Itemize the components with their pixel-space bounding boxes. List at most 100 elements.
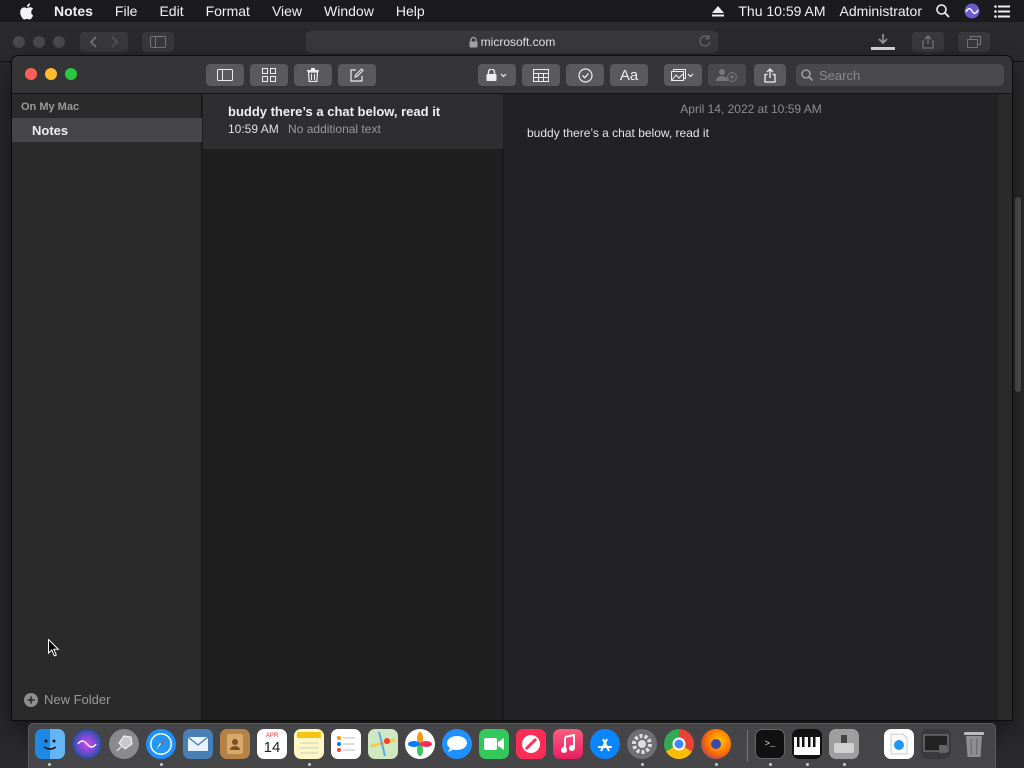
safari-scrollbar[interactable] <box>1012 62 1024 722</box>
eject-icon[interactable] <box>712 5 725 17</box>
lock-icon <box>469 36 478 48</box>
new-note-button[interactable] <box>338 64 376 86</box>
apple-menu-icon[interactable] <box>19 2 37 20</box>
format-text-button[interactable]: Aa <box>610 64 648 86</box>
share-note-button[interactable] <box>754 64 786 86</box>
safari-sidebar-button[interactable] <box>142 32 174 52</box>
menu-help[interactable]: Help <box>396 3 425 19</box>
safari-share-button[interactable] <box>912 32 944 52</box>
add-people-button[interactable] <box>708 64 746 86</box>
safari-downloads-button[interactable] <box>866 32 900 52</box>
zoom-button[interactable] <box>65 68 77 80</box>
search-input[interactable] <box>819 67 989 83</box>
finder-icon[interactable] <box>35 729 65 759</box>
safari-address-bar[interactable]: microsoft.com <box>306 31 718 53</box>
screenshot-icon[interactable] <box>921 729 951 759</box>
photo-icon <box>671 69 695 81</box>
menu-format[interactable]: Format <box>206 3 250 19</box>
folders-sidebar: On My Mac Notes New Folder <box>12 94 202 720</box>
note-preview: No additional text <box>288 122 381 136</box>
chrome-icon[interactable] <box>664 729 694 759</box>
menu-bar: Notes File Edit Format View Window Help … <box>0 0 1024 22</box>
toggle-sidebar-button[interactable] <box>206 64 244 86</box>
search-field[interactable] <box>796 64 1004 86</box>
menu-app-notes[interactable]: Notes <box>54 3 93 19</box>
add-people-icon <box>716 68 738 82</box>
notes-icon[interactable] <box>294 729 324 759</box>
safari-icon[interactable] <box>146 729 176 759</box>
notes-toolbar: Aa <box>12 56 1012 94</box>
menu-edit[interactable]: Edit <box>159 3 183 19</box>
grid-icon <box>262 68 276 82</box>
terminal-icon[interactable]: >_ <box>755 729 785 759</box>
preview-icon[interactable] <box>884 729 914 759</box>
lock-icon <box>486 69 508 81</box>
sidebar-item-notes[interactable]: Notes <box>12 118 202 142</box>
note-time: 10:59 AM <box>228 122 279 136</box>
menu-view[interactable]: View <box>272 3 302 19</box>
safari-back-forward-buttons[interactable] <box>80 32 128 52</box>
insert-table-button[interactable] <box>522 64 560 86</box>
menu-window[interactable]: Window <box>324 3 374 19</box>
compose-icon <box>350 68 364 82</box>
notification-center-icon[interactable] <box>994 4 1010 18</box>
new-folder-button[interactable]: New Folder <box>24 692 110 707</box>
dock-separator <box>747 730 748 762</box>
maps-icon[interactable] <box>368 729 398 759</box>
note-editor[interactable]: April 14, 2022 at 10:59 AM buddy there’s… <box>504 94 998 720</box>
firefox-icon[interactable] <box>701 729 731 759</box>
safari-tabs-button[interactable] <box>958 32 990 52</box>
spotlight-search-icon[interactable] <box>936 4 950 18</box>
piano-icon[interactable] <box>792 729 822 759</box>
trash-icon <box>307 68 319 82</box>
note-meta: 10:59 AM No additional text <box>228 122 503 136</box>
contacts-icon[interactable] <box>220 729 250 759</box>
calendar-day: 14 <box>263 738 281 756</box>
reload-icon[interactable] <box>698 34 712 51</box>
siri-icon[interactable] <box>72 729 102 759</box>
note-title: buddy there’s a chat below, read it <box>228 104 441 119</box>
siri-menu-icon[interactable] <box>964 3 980 19</box>
lock-note-button[interactable] <box>478 64 516 86</box>
menu-file[interactable]: File <box>115 3 138 19</box>
news-icon[interactable] <box>516 729 546 759</box>
plus-circle-icon <box>24 692 38 707</box>
delete-note-button[interactable] <box>294 64 332 86</box>
dock: APR 14 >_ <box>28 723 996 768</box>
calendar-icon[interactable]: APR 14 <box>257 729 287 759</box>
trash-icon[interactable] <box>959 729 989 759</box>
messages-icon[interactable] <box>442 729 472 759</box>
note-date: April 14, 2022 at 10:59 AM <box>680 102 822 116</box>
gallery-view-button[interactable] <box>250 64 288 86</box>
launchpad-icon[interactable] <box>109 729 139 759</box>
checkmark-circle-icon <box>577 67 593 83</box>
minimize-button[interactable] <box>45 68 57 80</box>
menu-clock[interactable]: Thu 10:59 AM <box>738 3 825 19</box>
sidebar-section-on-my-mac: On My Mac <box>21 101 80 113</box>
safari-close-button[interactable] <box>13 36 25 48</box>
reminders-icon[interactable] <box>331 729 361 759</box>
notes-list: buddy there’s a chat below, read it 10:5… <box>203 94 503 720</box>
add-media-button[interactable] <box>664 64 702 86</box>
list-item[interactable]: buddy there’s a chat below, read it 10:5… <box>203 94 503 149</box>
menu-user[interactable]: Administrator <box>840 3 922 19</box>
note-body[interactable]: buddy there’s a chat below, read it <box>527 126 709 140</box>
new-folder-label: New Folder <box>44 692 111 707</box>
sidebar-item-label: Notes <box>32 122 69 138</box>
photos-icon[interactable] <box>405 729 435 759</box>
app-store-icon[interactable] <box>590 729 620 759</box>
text-format-icon: Aa <box>619 66 639 84</box>
notes-scrollbar[interactable] <box>998 94 1012 720</box>
safari-minimize-button[interactable] <box>33 36 45 48</box>
music-icon[interactable] <box>553 729 583 759</box>
facetime-icon[interactable] <box>479 729 509 759</box>
notes-window: Aa On My Mac Notes <box>12 56 1012 720</box>
search-icon <box>801 69 813 81</box>
disk-utility-icon[interactable] <box>829 729 859 759</box>
system-preferences-icon[interactable] <box>627 729 657 759</box>
safari-zoom-button[interactable] <box>53 36 65 48</box>
close-button[interactable] <box>25 68 37 80</box>
mail-icon[interactable] <box>183 729 213 759</box>
share-icon <box>764 67 776 83</box>
checklist-button[interactable] <box>566 64 604 86</box>
